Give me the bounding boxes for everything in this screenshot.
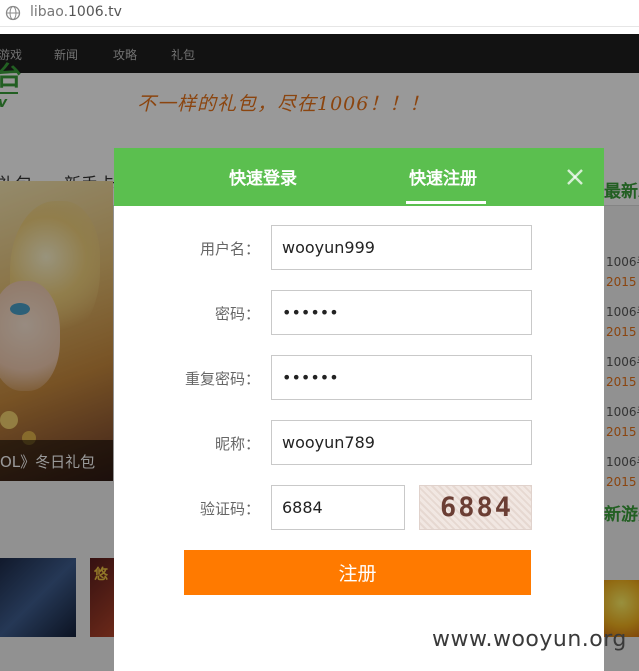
close-icon[interactable] [564,166,586,188]
username-input[interactable] [271,225,532,270]
tab-quick-register[interactable]: 快速注册 [409,164,477,189]
confirm-password-input[interactable] [271,355,532,400]
globe-icon [5,5,21,21]
captcha-image-text: 6884 [439,492,514,523]
nickname-label: 昵称： [214,435,260,453]
register-button[interactable]: 注册 [184,550,531,595]
captcha-label: 验证码： [199,500,260,518]
captcha-image[interactable]: 6884 [419,485,532,530]
password-input[interactable] [271,290,532,335]
address-bar[interactable]: libao.1006.tv [0,0,639,27]
tab-quick-login[interactable]: 快速登录 [229,164,297,189]
modal-header: 快速登录 快速注册 [114,148,604,206]
password-label: 密码： [214,305,260,323]
active-tab-indicator [406,201,486,204]
watermark: www.wooyun.org [432,627,627,652]
captcha-input[interactable] [271,485,405,530]
username-label: 用户名： [199,240,260,258]
nickname-input[interactable] [271,420,532,465]
confirm-password-label: 重复密码： [184,370,260,388]
register-modal: 快速登录 快速注册 用户名： 密码： 重复密码： 昵称： 验证码： 6884 注… [114,148,604,671]
address-url[interactable]: libao.1006.tv [30,4,122,20]
